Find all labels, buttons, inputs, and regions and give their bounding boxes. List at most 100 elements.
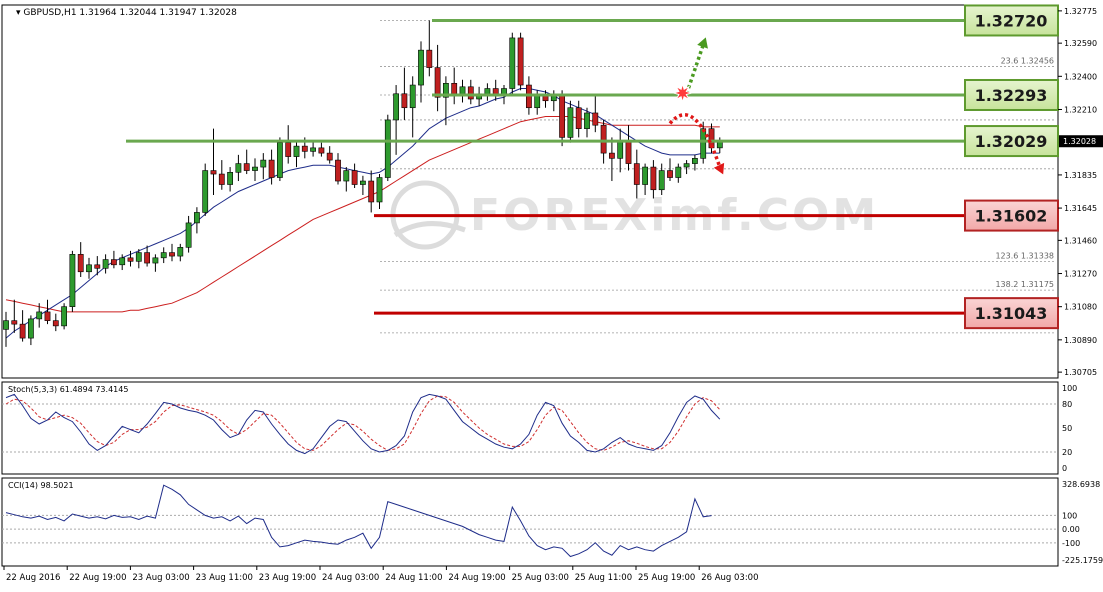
candle-body [3,320,9,330]
price-tick-label: 1.30705 [1064,368,1097,377]
candle-body [135,252,142,262]
candle-body [144,252,150,264]
candle-body [451,82,458,95]
candle-body [260,159,267,168]
breakout-burst-icon [671,82,694,104]
candle-body [351,170,358,185]
candle-body [177,247,184,257]
candle [517,32,524,91]
cci-label: CCI(14) 98.5021 [8,481,74,490]
time-tick-label: 24 Aug 19:00 [448,573,505,583]
candle-body [683,163,690,168]
candle-body [393,93,399,121]
stoch-tick-label: 20 [1062,448,1072,457]
candle-body [675,166,682,178]
time-tick-label: 23 Aug 03:00 [132,573,189,583]
candle-body [384,119,391,178]
candle-body [642,166,648,185]
candle-body [19,323,26,339]
candle-body [293,145,300,157]
level-label: 1.32720 [975,11,1048,30]
candle-body [119,257,126,266]
candle-body [592,112,599,126]
candle-body [227,172,233,185]
candle [509,32,516,94]
candle-body [409,84,416,109]
candle-body [401,93,408,109]
price-tick-label: 1.30890 [1064,336,1097,345]
price-tick-label: 1.31835 [1064,171,1097,180]
candle-body [301,145,308,152]
candle-body [111,259,117,266]
candle-body [708,128,715,149]
level-label: 1.31602 [975,207,1048,226]
stoch-tick-label: 50 [1062,424,1072,433]
candle-body [44,311,51,321]
price-tick-label: 1.31080 [1064,303,1097,312]
time-tick-label: 24 Aug 03:00 [322,573,379,583]
trading-chart[interactable]: FOREXimf.COM 23.6 1.32456123.6 1.3133813… [0,0,1103,588]
cci-tick-label: -225.1759 [1062,556,1103,565]
time-tick-label: 22 Aug 2016 [6,573,60,583]
candle-body [467,86,474,100]
time-tick-label: 25 Aug 11:00 [575,573,632,583]
level-label: 1.32029 [975,132,1048,151]
candle-body [534,95,541,109]
candle [276,137,283,182]
candle-body [11,320,18,325]
candle-body [608,152,615,159]
candle-body [86,264,92,273]
candle-body [69,254,76,307]
candle-body [633,163,640,185]
time-tick-label: 26 Aug 03:00 [701,573,758,583]
stoch-tick-label: 80 [1062,400,1072,409]
candle-body [418,49,424,86]
candle [384,114,391,182]
candle-body [52,320,59,327]
candle-body [700,128,707,159]
candle-body [650,166,657,191]
candle-body [617,140,624,159]
price-tick-label: 1.31460 [1064,236,1097,245]
candle-body [235,163,242,173]
candle [202,163,209,216]
candle-body [567,107,574,138]
cci-tick-label: -100 [1062,539,1080,548]
price-tick-label: 1.31270 [1064,270,1097,279]
current-price-label: 1.32028 [1063,137,1096,146]
candle-body [575,107,582,129]
fib-label-2: 138.2 1.31175 [995,280,1054,289]
candle-body [77,254,84,273]
candle-body [434,67,441,98]
candle-body [194,212,200,224]
candle-body [152,257,159,264]
time-tick-label: 24 Aug 11:00 [385,573,442,583]
cci-tick-label: 328.6938 [1062,480,1100,489]
candle-body [600,124,607,154]
candle-body [252,166,258,171]
candle [69,250,76,312]
candle-body [509,37,516,89]
cci-tick-label: 100 [1062,511,1077,520]
candle-body [343,170,350,182]
candle-body [36,311,43,320]
time-tick-label: 25 Aug 19:00 [638,573,695,583]
candle-body [218,173,225,185]
candle-body [169,252,175,257]
time-tick-label: 23 Aug 11:00 [196,573,253,583]
candle-body [185,222,192,248]
candle-body [691,158,698,164]
stoch-tick-label: 100 [1062,384,1077,393]
price-tick-label: 1.32590 [1064,39,1097,48]
level-label: 1.31043 [975,304,1048,323]
candle-body [102,259,109,269]
candle-body [27,318,34,339]
time-tick-label: 25 Aug 03:00 [512,573,569,583]
time-tick-label: 23 Aug 19:00 [259,573,316,583]
candle-body [368,180,375,203]
candle-body [243,163,250,171]
price-tick-label: 1.32400 [1064,72,1097,81]
candle-body [459,86,466,95]
candle-body [285,142,292,157]
candle-body [160,252,167,259]
